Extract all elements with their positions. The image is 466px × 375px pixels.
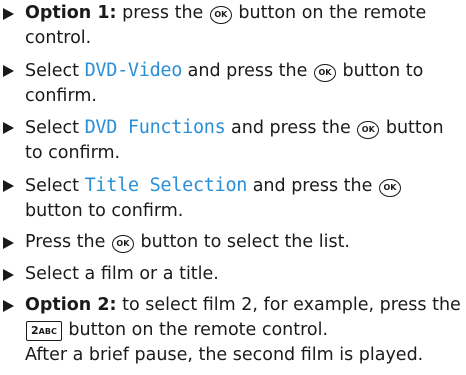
key-letters: ABC	[38, 327, 57, 336]
step-text: Select	[25, 118, 85, 138]
step-7: Option 2: to select film 2, for example,…	[2, 293, 464, 368]
step-text: Press the	[25, 232, 111, 252]
menu-item-label: DVD Functions	[84, 117, 226, 138]
option-label: Option 1:	[25, 3, 117, 23]
ok-button-icon: OK	[357, 121, 380, 139]
ok-button-icon: OK	[111, 235, 134, 253]
step-text: to select film 2, for example, press the	[116, 295, 461, 315]
menu-item-label: DVD-Video	[84, 59, 183, 81]
key-number: 2	[31, 324, 39, 337]
step-text: and press the	[225, 118, 357, 138]
step-text: and press the	[182, 60, 313, 81]
step-3: Select DVD Functions and press the OK bu…	[2, 115, 464, 166]
step-text: Select	[25, 175, 85, 196]
step-6: Select a film or a title.	[2, 262, 464, 287]
step-text: Select a film or a title.	[25, 263, 219, 284]
step-arrow-icon	[3, 237, 14, 249]
step-text: and press the	[247, 175, 378, 196]
ok-button-icon: OK	[378, 178, 401, 197]
menu-item-label: Title Selection	[84, 174, 248, 196]
step-4: Select Title Selection and press the OK …	[2, 173, 464, 224]
instruction-steps: Option 1: press the OK button on the rem…	[2, 1, 464, 375]
number-key-2-icon: 2ABC	[26, 321, 62, 341]
step-text: Select	[25, 60, 85, 81]
step-arrow-icon	[3, 64, 14, 77]
option-label: Option 2:	[25, 295, 117, 315]
step-text: button on the remote control.	[62, 320, 329, 340]
step-2: Select DVD-Video and press the OK button…	[2, 58, 464, 109]
step-5: Press the OK button to select the list.	[2, 230, 464, 255]
step-text: button to confirm.	[25, 200, 184, 221]
step-arrow-icon	[3, 179, 14, 192]
ok-button-icon: OK	[313, 63, 336, 82]
step-result-text: After a brief pause, the second film is …	[25, 345, 424, 365]
step-text: press the	[116, 3, 209, 23]
step-arrow-icon	[3, 8, 14, 20]
step-arrow-icon	[3, 300, 14, 312]
step-arrow-icon	[3, 122, 14, 134]
step-1: Option 1: press the OK button on the rem…	[2, 1, 464, 51]
ok-button-icon: OK	[209, 6, 232, 24]
step-text: button to select the list.	[134, 232, 350, 252]
step-arrow-icon	[3, 268, 14, 281]
